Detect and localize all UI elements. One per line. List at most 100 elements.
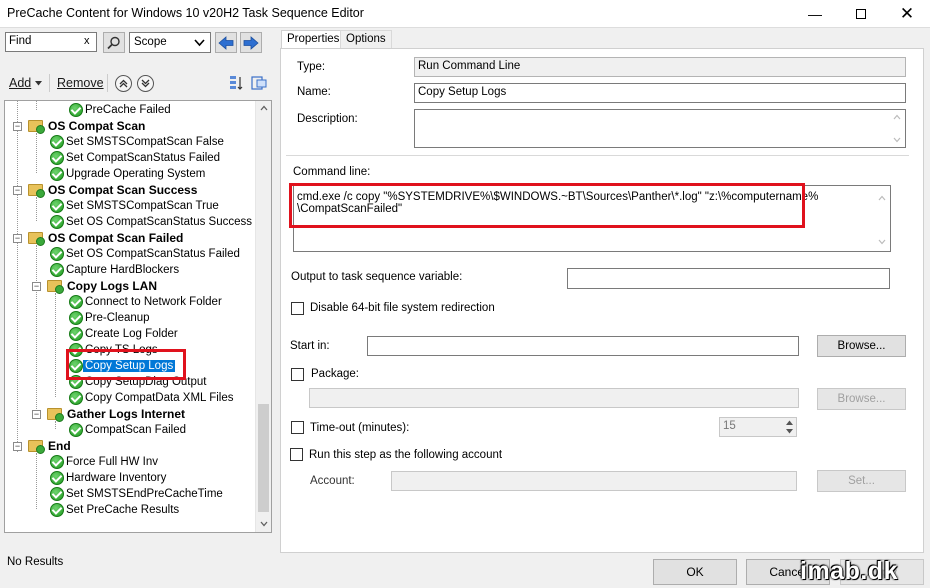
search-button[interactable] <box>103 32 125 53</box>
scroll-down-icon <box>878 239 886 245</box>
ok-button[interactable]: OK <box>653 559 737 585</box>
tree-item[interactable]: Set SMSTSCompatScan False <box>50 134 226 150</box>
folder-icon <box>28 232 45 246</box>
scrollbar-thumb[interactable] <box>258 404 269 512</box>
move-up-button[interactable] <box>115 75 132 92</box>
checkmark-icon <box>69 327 83 341</box>
find-input[interactable]: Find x <box>5 32 97 52</box>
tree-item[interactable]: Set SMSTSEndPreCacheTime <box>50 486 225 502</box>
set-account-button: Set... <box>817 470 906 492</box>
collapse-icon[interactable]: − <box>13 441 22 451</box>
tree-item[interactable]: Set OS CompatScanStatus Failed <box>50 246 242 262</box>
timeout-checkbox[interactable] <box>291 421 304 434</box>
browse-start-in-button[interactable]: Browse... <box>817 335 906 357</box>
command-line-label: Command line: <box>293 166 371 178</box>
clear-find-button[interactable]: x <box>84 35 90 47</box>
checkmark-icon <box>69 391 83 405</box>
account-label: Account: <box>310 475 355 487</box>
status-bar: No Results OK Cancel Apply imab.dk <box>0 553 930 588</box>
tree-item[interactable]: Capture HardBlockers <box>50 262 181 278</box>
tree-group[interactable]: − OS Compat Scan Success <box>13 182 199 198</box>
scroll-down-icon[interactable] <box>260 521 268 527</box>
arrow-right-icon <box>243 35 259 50</box>
description-label: Description: <box>297 113 358 125</box>
search-icon <box>107 36 120 49</box>
watermark: imab.dk <box>800 557 898 585</box>
tab-properties[interactable]: Properties <box>281 30 346 50</box>
tree-line <box>55 293 56 397</box>
checkmark-icon <box>69 311 83 325</box>
tab-options[interactable]: Options <box>340 30 392 49</box>
previous-button[interactable] <box>215 32 237 53</box>
tree-item[interactable]: Create Log Folder <box>69 326 180 342</box>
scroll-up-icon <box>878 195 886 201</box>
tree-line <box>17 101 18 452</box>
tree-group[interactable]: − Copy Logs LAN <box>32 278 159 294</box>
tree-item[interactable]: CompatScan Failed <box>69 422 188 438</box>
tree-group[interactable]: − OS Compat Scan <box>13 118 147 134</box>
tree-item[interactable]: Set PreCache Results <box>50 502 181 518</box>
scroll-up-icon[interactable] <box>260 105 268 111</box>
tree-scrollbar[interactable] <box>255 101 271 532</box>
timeout-stepper: 15 <box>719 417 797 437</box>
tree-line <box>36 133 37 173</box>
sort-icon <box>230 76 243 90</box>
collapse-icon[interactable]: − <box>32 281 41 291</box>
tree-line <box>55 421 56 429</box>
tree-item[interactable]: Set OS CompatScanStatus Success <box>50 214 254 230</box>
checkmark-icon <box>50 167 64 181</box>
checkmark-icon <box>50 247 64 261</box>
output-variable-field[interactable] <box>567 268 890 289</box>
disable-64bit-checkbox[interactable] <box>291 302 304 315</box>
tree-item[interactable]: PreCache Failed <box>69 102 173 118</box>
tree-item[interactable]: Set CompatScanStatus Failed <box>50 150 222 166</box>
checkmark-icon <box>50 263 64 277</box>
tree-group[interactable]: − Gather Logs Internet <box>32 406 187 422</box>
collapse-icon[interactable]: − <box>13 233 22 243</box>
sort-button[interactable] <box>228 75 244 91</box>
tree-item[interactable]: Hardware Inventory <box>50 470 168 486</box>
next-button[interactable] <box>240 32 262 53</box>
checkmark-icon <box>69 423 83 437</box>
tree-item[interactable]: Force Full HW Inv <box>50 454 160 470</box>
scope-select[interactable]: Scope <box>129 32 211 53</box>
tree-group[interactable]: − OS Compat Scan Failed <box>13 230 185 246</box>
timeout-value: 15 <box>723 420 736 432</box>
close-icon: ✕ <box>899 4 915 23</box>
run-as-account-checkbox[interactable] <box>290 448 303 461</box>
description-field[interactable] <box>414 109 906 148</box>
group-button[interactable] <box>251 75 267 91</box>
move-down-button[interactable] <box>137 75 154 92</box>
package-checkbox[interactable] <box>291 368 304 381</box>
name-field[interactable]: Copy Setup Logs <box>414 83 906 103</box>
dropdown-arrow-icon <box>35 80 43 85</box>
collapse-icon[interactable]: − <box>32 409 41 419</box>
scope-select-value: Scope <box>134 36 167 48</box>
start-in-field[interactable] <box>367 336 799 356</box>
tree-item[interactable]: Set SMSTSCompatScan True <box>50 198 221 214</box>
maximize-button[interactable] <box>838 0 884 28</box>
name-label: Name: <box>297 86 331 98</box>
checkmark-icon <box>50 487 64 501</box>
package-label: Package: <box>311 368 359 380</box>
scroll-down-icon <box>893 137 901 143</box>
collapse-icon[interactable]: − <box>13 185 22 195</box>
checkmark-icon <box>50 503 64 517</box>
tree-item[interactable]: Upgrade Operating System <box>50 166 207 182</box>
collapse-icon[interactable]: − <box>13 121 22 131</box>
section-divider <box>286 155 909 156</box>
add-menu[interactable]: Add <box>9 76 43 90</box>
remove-button[interactable]: Remove <box>57 76 104 90</box>
type-label: Type: <box>297 61 326 73</box>
minimize-button[interactable]: — <box>792 0 838 28</box>
tree-item[interactable]: Connect to Network Folder <box>69 294 224 310</box>
browse-package-button: Browse... <box>817 388 906 410</box>
tree-item[interactable]: Pre-Cleanup <box>69 310 152 326</box>
task-sequence-tree[interactable]: PreCache Failed − OS Compat Scan Set SMST… <box>4 100 272 533</box>
tree-item[interactable]: Copy CompatData XML Files <box>69 390 236 406</box>
tree-group[interactable]: − End <box>13 438 73 454</box>
close-button[interactable]: ✕ <box>884 0 930 28</box>
highlight-box <box>66 349 186 380</box>
tree-line <box>36 245 37 413</box>
checkmark-icon <box>50 215 64 229</box>
